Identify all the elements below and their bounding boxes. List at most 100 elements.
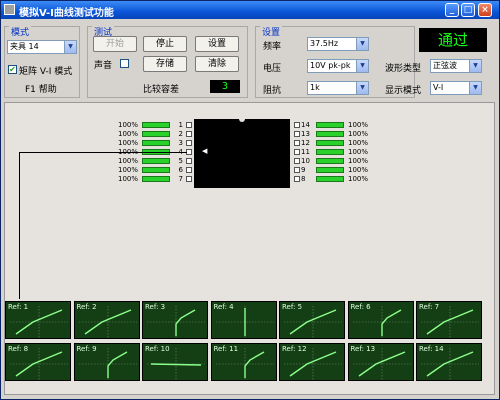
app-icon bbox=[4, 4, 15, 15]
pin-checkbox[interactable] bbox=[186, 140, 192, 146]
pin-percent: 100% bbox=[348, 139, 369, 147]
pin-number: 2 bbox=[178, 130, 183, 138]
pin-bar bbox=[316, 140, 344, 146]
pin-checkbox[interactable] bbox=[186, 167, 192, 173]
display-mode-value: V-I bbox=[433, 83, 444, 92]
tolerance-display[interactable]: 3 bbox=[210, 80, 240, 93]
pin-percent: 100% bbox=[118, 157, 139, 165]
ref-panel[interactable]: Ref: 9 bbox=[73, 343, 140, 381]
waveform-select[interactable]: 正弦波 ▼ bbox=[430, 59, 482, 73]
pin-checkbox[interactable] bbox=[294, 131, 300, 137]
pin-row: 100% 2 bbox=[113, 130, 193, 139]
iv-curve bbox=[380, 309, 401, 336]
ref-panel[interactable]: Ref: 5 bbox=[279, 301, 345, 339]
pin-bar bbox=[316, 122, 344, 128]
sound-label: 声音 bbox=[94, 61, 113, 71]
pin-checkbox[interactable] bbox=[294, 122, 300, 128]
minimize-button[interactable]: _ bbox=[445, 3, 459, 17]
pin-row: 14 100% bbox=[292, 121, 382, 130]
pin-checkbox[interactable] bbox=[186, 176, 192, 182]
display-mode-select[interactable]: V-I ▼ bbox=[430, 81, 482, 95]
title-bar: 模拟V-I曲线测试功能 _ □ × bbox=[1, 1, 499, 19]
pin-bar bbox=[142, 176, 170, 182]
pin-checkbox[interactable] bbox=[294, 140, 300, 146]
impedance-select[interactable]: 1k ▼ bbox=[307, 81, 369, 95]
pin-checkbox[interactable] bbox=[294, 158, 300, 164]
pin-checkbox[interactable] bbox=[186, 122, 192, 128]
iv-curve-plot bbox=[215, 306, 274, 338]
ref-panel[interactable]: Ref: 4 bbox=[210, 301, 277, 339]
ref-panel[interactable]: Ref: 8 bbox=[5, 343, 71, 381]
pin-bar bbox=[142, 158, 170, 164]
ref-panel[interactable]: Ref: 11 bbox=[210, 343, 277, 381]
iv-curve-plot bbox=[78, 306, 137, 338]
ref-panel[interactable]: Ref: 1 bbox=[5, 301, 71, 339]
iv-curve bbox=[106, 351, 127, 378]
pin-row: 100% 1 bbox=[113, 121, 193, 130]
iv-curve-plot bbox=[284, 306, 342, 338]
iv-curve bbox=[150, 363, 202, 366]
ref-panel[interactable]: Ref: 7 bbox=[416, 301, 482, 339]
result-indicator: 通过 bbox=[419, 28, 487, 52]
voltage-select[interactable]: 10V pk-pk ▼ bbox=[307, 59, 369, 73]
stop-button[interactable]: 停止 bbox=[143, 36, 187, 52]
fixture-select[interactable]: 夹具 14 ▼ bbox=[7, 40, 77, 54]
chevron-down-icon: ▼ bbox=[356, 38, 368, 50]
pin-percent: 100% bbox=[348, 175, 369, 183]
pin-row: 9 100% bbox=[292, 166, 382, 175]
impedance-value: 1k bbox=[310, 83, 320, 92]
ref-panel[interactable]: Ref: 10 bbox=[142, 343, 208, 381]
pin-number: 12 bbox=[301, 139, 310, 147]
frequency-value: 37.5Hz bbox=[310, 39, 339, 48]
pin-checkbox[interactable] bbox=[294, 167, 300, 173]
pin-bar bbox=[142, 167, 170, 173]
pin-row: 10 100% bbox=[292, 157, 382, 166]
ref-panel[interactable]: Ref: 2 bbox=[73, 301, 140, 339]
frequency-select[interactable]: 37.5Hz ▼ bbox=[307, 37, 369, 51]
close-button[interactable]: × bbox=[478, 3, 492, 17]
pin-percent: 100% bbox=[348, 121, 369, 129]
clear-button[interactable]: 清除 bbox=[195, 56, 239, 72]
ref-panel[interactable]: Ref: 6 bbox=[347, 301, 414, 339]
mode-group-label: 模式 bbox=[9, 25, 32, 38]
pin-bar bbox=[316, 158, 344, 164]
ref-panel[interactable]: Ref: 13 bbox=[347, 343, 414, 381]
iv-curve-plot bbox=[78, 348, 137, 380]
pin-percent: 100% bbox=[118, 121, 139, 129]
pin-percent: 100% bbox=[118, 139, 139, 147]
chevron-down-icon: ▼ bbox=[469, 60, 481, 72]
ref-panel[interactable]: Ref: 12 bbox=[279, 343, 345, 381]
settings-group-label: 设置 bbox=[260, 25, 283, 38]
pin-row: 100% 6 bbox=[113, 166, 193, 175]
ref-panel[interactable]: Ref: 3 bbox=[142, 301, 208, 339]
iv-curve-plot bbox=[421, 348, 479, 380]
pin-bar bbox=[316, 131, 344, 137]
pin-bar bbox=[316, 176, 344, 182]
pin-checkbox[interactable] bbox=[294, 149, 300, 155]
iv-curve bbox=[175, 309, 196, 336]
pin-number: 5 bbox=[178, 157, 183, 165]
waveform-label: 波形类型 bbox=[385, 64, 422, 74]
maximize-button[interactable]: □ bbox=[461, 3, 475, 17]
pin-percent: 100% bbox=[118, 175, 139, 183]
pin-percent: 100% bbox=[348, 130, 369, 138]
selection-line-vertical bbox=[19, 152, 20, 299]
pin-checkbox[interactable] bbox=[186, 158, 192, 164]
pin-checkbox[interactable] bbox=[186, 131, 192, 137]
ref-panel[interactable]: Ref: 14 bbox=[416, 343, 482, 381]
iv-curve-plot bbox=[10, 306, 68, 338]
pin-row: 13 100% bbox=[292, 130, 382, 139]
matrix-checkbox[interactable]: ✔ bbox=[8, 65, 17, 74]
iv-curve bbox=[243, 351, 264, 378]
setup-button[interactable]: 设置 bbox=[195, 36, 239, 52]
pin-number: 9 bbox=[301, 166, 306, 174]
pin-checkbox[interactable] bbox=[294, 176, 300, 182]
main-window: 模拟V-I曲线测试功能 _ □ × 模式 夹具 14 ▼ ✔ 矩阵 V-I 模式… bbox=[0, 0, 500, 400]
save-button[interactable]: 存储 bbox=[143, 56, 187, 72]
sound-checkbox[interactable] bbox=[120, 59, 129, 68]
pin-percent: 100% bbox=[118, 166, 139, 174]
pin-percent: 100% bbox=[118, 130, 139, 138]
iv-curve-plot bbox=[147, 348, 205, 380]
start-button[interactable]: 开始 bbox=[93, 36, 137, 52]
pin1-marker-icon: ◀ bbox=[202, 147, 208, 155]
